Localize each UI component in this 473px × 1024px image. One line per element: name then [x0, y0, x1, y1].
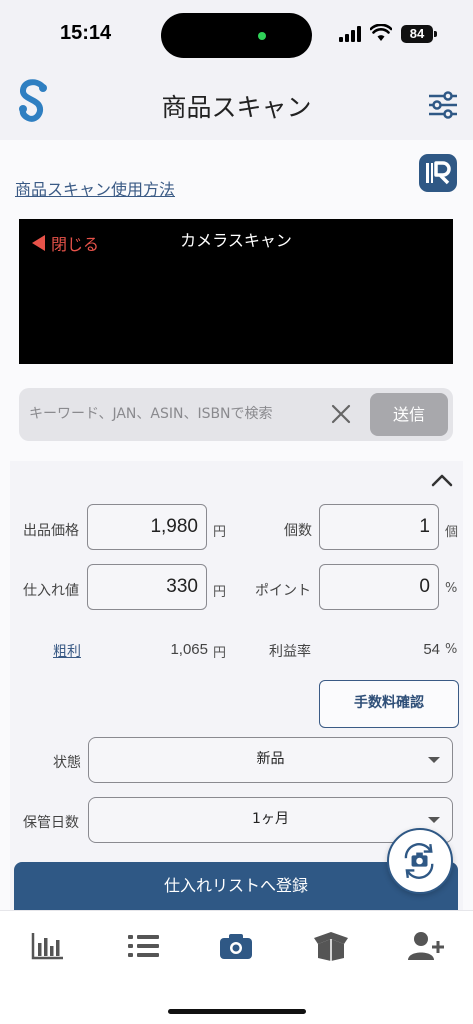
box-icon[interactable]: [311, 929, 351, 963]
app-header: 商品スキャン: [0, 70, 473, 140]
camera-rotate-icon: [404, 843, 434, 879]
quantity-field[interactable]: 1: [319, 504, 439, 550]
gross-profit-unit: 円: [213, 646, 227, 661]
points-field[interactable]: 0: [319, 564, 439, 610]
chevron-up-icon[interactable]: [431, 473, 453, 487]
camera-icon[interactable]: [216, 929, 256, 963]
bar-chart-icon[interactable]: [28, 929, 68, 963]
listing-price-label: 出品価格: [23, 523, 79, 539]
barcode-reader-icon: [426, 161, 451, 185]
switch-camera-button[interactable]: [387, 828, 453, 894]
points-label: ポイント: [255, 583, 311, 599]
camera-scan-title: カメラスキャン: [180, 231, 292, 250]
points-unit: %: [445, 581, 458, 596]
bottom-tab-bar: [0, 910, 473, 1024]
quantity-label: 個数: [284, 523, 312, 539]
list-icon[interactable]: [123, 929, 163, 963]
dynamic-island: [161, 13, 312, 58]
dropdown-arrow-icon: [428, 817, 440, 823]
barcode-reader-button[interactable]: [419, 154, 457, 192]
gross-profit-link[interactable]: 粗利: [53, 641, 81, 661]
condition-value: 新品: [256, 751, 285, 767]
gross-profit-value: 1,065: [170, 641, 208, 658]
sliders-icon[interactable]: [426, 88, 460, 122]
profit-rate-unit: %: [445, 642, 458, 657]
search-bar: 送信: [19, 388, 453, 441]
search-input[interactable]: [29, 402, 314, 426]
listing-price-field[interactable]: 1,980: [87, 504, 207, 550]
camera-indicator-dot: [258, 32, 266, 40]
status-time: 15:14: [60, 22, 112, 44]
clear-icon[interactable]: [330, 403, 352, 425]
status-bar: 15:14 84: [0, 0, 473, 70]
storage-days-label: 保管日数: [23, 815, 79, 831]
dropdown-arrow-icon: [428, 757, 440, 763]
cost-label: 仕入れ値: [23, 583, 79, 599]
quantity-unit: 個: [445, 525, 459, 540]
home-indicator: [168, 1009, 306, 1014]
condition-select[interactable]: 新品: [88, 737, 453, 783]
fee-check-button[interactable]: 手数料確認: [319, 680, 459, 728]
battery-tip: [434, 31, 437, 37]
page-title: 商品スキャン: [161, 93, 312, 122]
cellular-signal-icon: [339, 26, 363, 42]
cost-unit: 円: [213, 585, 227, 600]
profit-rate-label: 利益率: [269, 644, 311, 660]
main-content: 商品スキャン使用方法 閉じる カメラスキャン 送信 出品価格 1,980 円 個…: [0, 140, 473, 910]
send-button[interactable]: 送信: [370, 393, 448, 436]
cost-field[interactable]: 330: [87, 564, 207, 610]
condition-label: 状態: [53, 755, 81, 771]
battery-indicator: 84: [401, 25, 433, 43]
profit-rate-value: 54: [423, 641, 440, 658]
add-user-icon[interactable]: [405, 929, 445, 963]
scan-help-link[interactable]: 商品スキャン使用方法: [15, 176, 175, 200]
camera-scan-view[interactable]: 閉じる カメラスキャン: [19, 219, 453, 364]
listing-price-unit: 円: [213, 525, 227, 540]
wifi-icon: [370, 24, 392, 41]
storage-days-value: 1ヶ月: [252, 811, 289, 827]
